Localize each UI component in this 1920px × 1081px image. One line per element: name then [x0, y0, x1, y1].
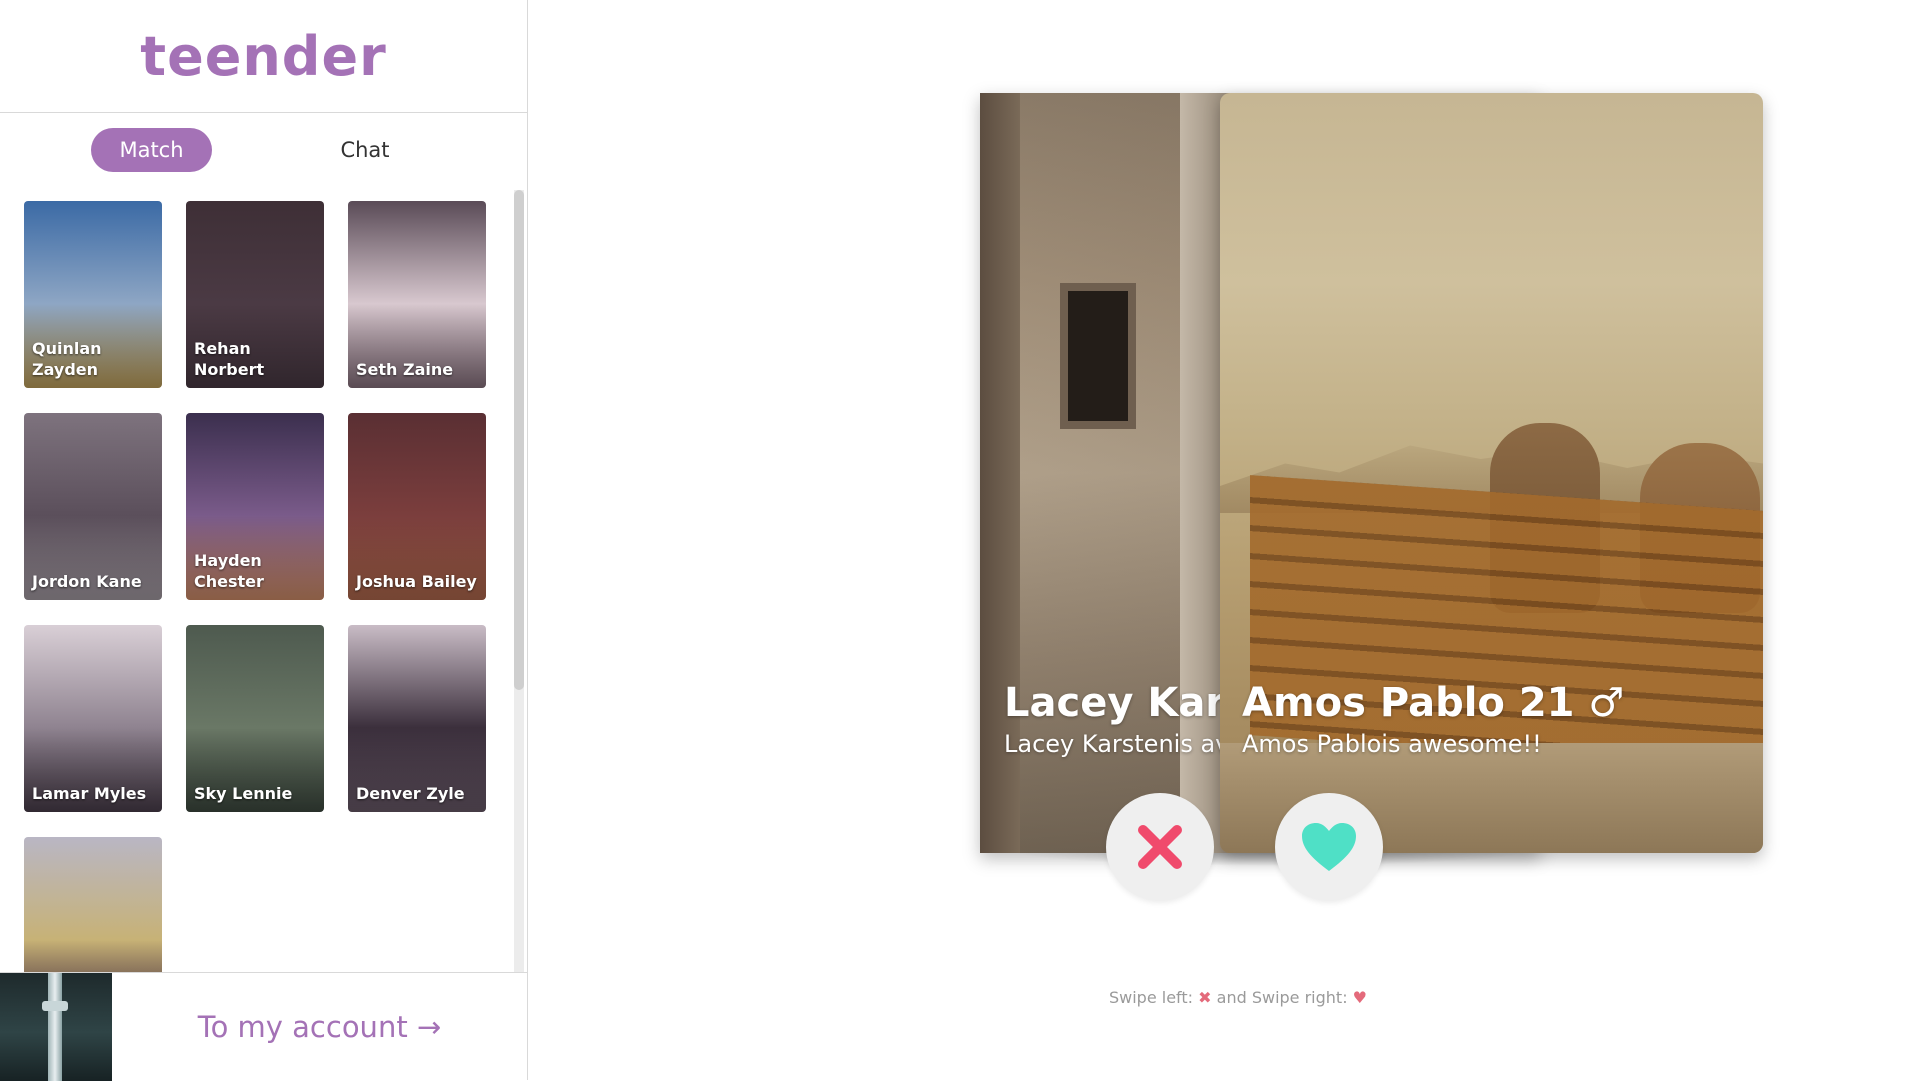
match-card[interactable]: Sky Lennie	[186, 625, 324, 812]
match-card-name: Rehan Norbert	[194, 339, 265, 379]
profile-card-front[interactable]: Amos Pablo 21 ♂ Amos Pablois awesome!!	[1220, 93, 1763, 853]
tab-bar: Match Chat	[0, 128, 527, 174]
match-card-shade	[24, 837, 162, 972]
scrollbar-thumb[interactable]	[514, 190, 524, 690]
card-back-subtitle: Lacey Karstenis av	[1004, 730, 1230, 758]
match-card[interactable]: Jordon Kane	[24, 413, 162, 600]
avatar-pod-shape	[42, 1001, 68, 1011]
tab-chat[interactable]: Chat	[305, 128, 425, 172]
match-card[interactable]: Quinlan Zayden	[24, 201, 162, 388]
tab-match[interactable]: Match	[91, 128, 212, 172]
match-card-name: Denver Zyle	[356, 784, 465, 803]
card-front-title: Amos Pablo 21 ♂	[1242, 680, 1625, 726]
to-my-account-link[interactable]: To my account →	[112, 973, 527, 1081]
hint-text-left: Swipe left:	[1108, 988, 1199, 1007]
swipe-hint: Swipe left: ✖ and Swipe right: ♥	[1088, 988, 1388, 1007]
close-icon: ✖	[1198, 988, 1212, 1007]
card-front-subtitle: Amos Pablois awesome!!	[1242, 730, 1542, 758]
match-card[interactable]: Joshua Bailey	[348, 413, 486, 600]
match-card[interactable]	[24, 837, 162, 972]
match-card[interactable]: Seth Zaine	[348, 201, 486, 388]
match-card-name: Joshua Bailey	[356, 572, 477, 591]
brand-header: teender	[0, 0, 527, 113]
hint-text-right: and Swipe right:	[1211, 988, 1353, 1007]
reject-button[interactable]	[1106, 793, 1214, 901]
heart-icon: ♥	[1352, 988, 1368, 1007]
match-card[interactable]: Lamar Myles	[24, 625, 162, 812]
like-button[interactable]	[1275, 793, 1383, 901]
match-card-name: Jordon Kane	[32, 572, 142, 591]
sidebar: teender Match Chat Quinlan Zayden Rehan N…	[0, 0, 528, 1081]
building-window	[1060, 283, 1136, 429]
match-card[interactable]: Denver Zyle	[348, 625, 486, 812]
account-bar: To my account →	[0, 972, 527, 1081]
match-card-name: Sky Lennie	[194, 784, 293, 803]
heart-icon	[1302, 823, 1356, 871]
match-card-name: Quinlan Zayden	[32, 339, 102, 379]
match-card[interactable]: Hayden Chester	[186, 413, 324, 600]
close-icon	[1138, 825, 1182, 869]
match-card-name: Seth Zaine	[356, 360, 454, 379]
match-grid: Quinlan Zayden Rehan Norbert Seth Zaine Jor…	[0, 190, 515, 972]
match-card[interactable]: Rehan Norbert	[186, 201, 324, 388]
avatar-tower-shape	[48, 973, 62, 1081]
match-card-name: Lamar Myles	[32, 784, 147, 803]
match-card-name: Hayden Chester	[194, 551, 264, 591]
bench-shape	[1250, 475, 1763, 771]
brand-logo[interactable]: teender	[140, 25, 386, 88]
avatar[interactable]	[0, 973, 112, 1081]
